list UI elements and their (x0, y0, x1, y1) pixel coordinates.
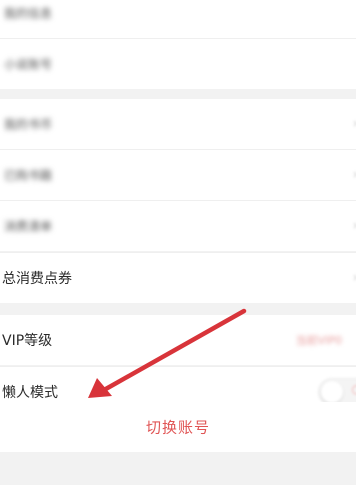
settings-row-label: 我的书币 (4, 117, 53, 132)
settings-row-purchased[interactable]: 已购书籍 › (0, 150, 356, 200)
toggle-off-mark-icon: ○ (352, 382, 356, 396)
settings-row-label: 我的信息 (4, 6, 53, 21)
settings-row-label: 懒人模式 (2, 385, 58, 401)
settings-row-label: 消费清单 (4, 219, 53, 234)
settings-row-account[interactable]: 小说账号 (0, 39, 356, 89)
settings-row-total-coupons[interactable]: 总消费点券 › (0, 253, 356, 303)
switch-account-button[interactable]: 切换账号 (0, 402, 356, 452)
settings-row-vip-level[interactable]: VIP等级 当前VIP0 (0, 315, 356, 365)
settings-row-coins[interactable]: 我的书币 › (0, 99, 356, 149)
settings-row-consumption[interactable]: 消费清单 › (0, 201, 356, 251)
vip-level-value: 当前VIP0 (295, 334, 342, 347)
settings-row-label: VIP等级 (2, 333, 53, 349)
settings-row-label: 总消费点券 (2, 271, 72, 287)
settings-row-label: 小说账号 (4, 57, 53, 72)
settings-screen: 我的信息 小说账号 我的书币 › 已购书籍 › 消费清单 › 总消费点券 › V… (0, 0, 356, 485)
toggle-knob (321, 381, 343, 403)
settings-row-label: 已购书籍 (4, 168, 53, 183)
switch-account-label: 切换账号 (145, 419, 210, 437)
settings-row-profile[interactable]: 我的信息 (0, 0, 356, 38)
